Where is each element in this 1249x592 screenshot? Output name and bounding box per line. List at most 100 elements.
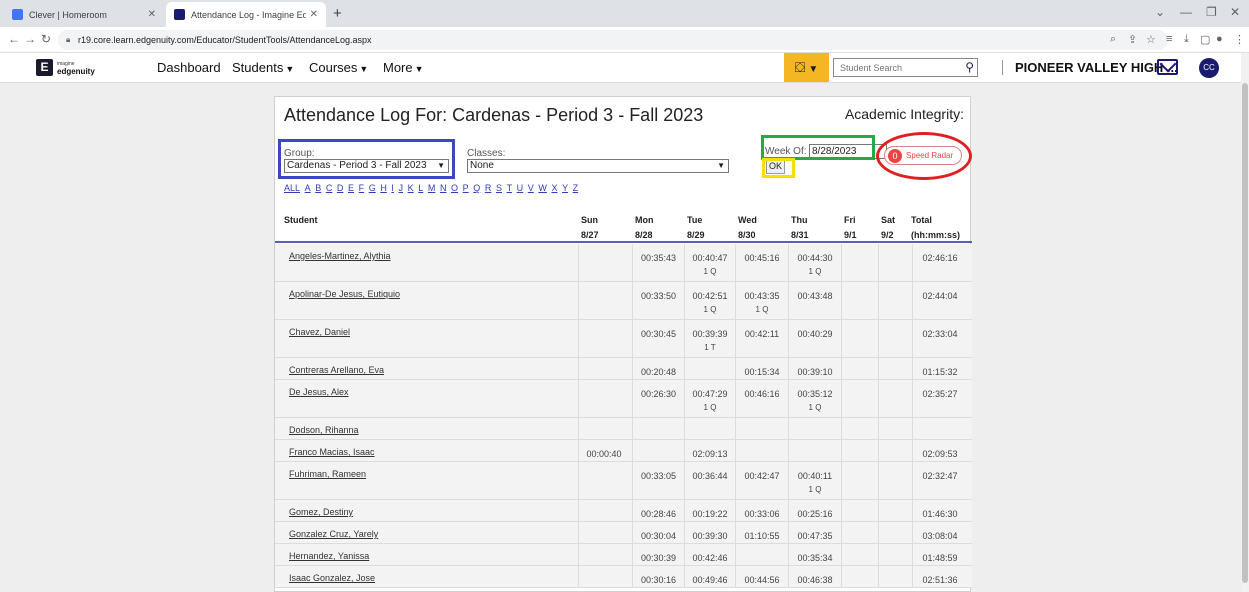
share-icon[interactable]: ⇪ <box>1128 33 1137 46</box>
letter-filter-link[interactable]: V <box>528 183 534 193</box>
user-avatar[interactable]: CC <box>1199 58 1219 78</box>
day-time-cell <box>841 566 878 587</box>
back-icon[interactable]: ← <box>8 32 20 46</box>
download-icon[interactable]: ⤓ <box>1184 33 1189 46</box>
letter-filter-link[interactable]: L <box>418 183 423 193</box>
student-name-link[interactable]: Apolinar-De Jesus, Eutiquio <box>289 289 400 299</box>
role-switcher-button[interactable]: ⛋ ▼ <box>784 53 829 82</box>
nav-courses[interactable]: Courses ▼ <box>309 60 368 75</box>
day-time-cell <box>841 462 878 499</box>
student-name-link[interactable]: Isaac Gonzalez, Jose <box>289 573 375 583</box>
letter-filter-link[interactable]: J <box>399 183 404 193</box>
time-value: 00:39:10 <box>797 367 833 377</box>
student-name-link[interactable]: Fuhriman, Rameen <box>289 469 366 479</box>
url-field[interactable]: 🔒︎ r19.core.learn.edgenuity.com/Educator… <box>58 30 1168 50</box>
day-time-cell: 00:40:47 1 Q <box>684 244 735 281</box>
letter-filter-link[interactable]: F <box>359 183 365 193</box>
zoom-icon[interactable]: ⌕ <box>1110 33 1116 46</box>
day-time-cell <box>578 418 629 439</box>
letter-filter-link[interactable]: W <box>538 183 547 193</box>
close-tab-icon[interactable]: ✕ <box>148 9 156 20</box>
letter-filter-link[interactable]: E <box>348 183 354 193</box>
logo-text: imagine edgenuity <box>57 60 95 76</box>
app-header: E imagine edgenuity Dashboard Students ▼ … <box>0 53 1249 83</box>
student-name-link[interactable]: Gonzalez Cruz, Yarely <box>289 529 378 539</box>
letter-filter-link[interactable]: A <box>305 183 311 193</box>
letter-filter-link[interactable]: Z <box>573 183 579 193</box>
student-name-link[interactable]: Hernandez, Yanissa <box>289 551 369 561</box>
new-tab-button[interactable]: + <box>333 5 342 22</box>
letter-filter-link[interactable]: G <box>369 183 376 193</box>
letter-filter-link[interactable]: S <box>496 183 502 193</box>
day-time-cell <box>841 544 878 565</box>
minimize-icon[interactable]: — <box>1180 5 1192 19</box>
day-date: 8/29 <box>687 230 705 240</box>
day-time-cell <box>684 358 735 379</box>
profile-icon[interactable]: ● <box>1216 33 1223 45</box>
letter-filter-link[interactable]: H <box>380 183 387 193</box>
browser-menu-icon[interactable]: ⋮ <box>1234 33 1245 46</box>
day-time-cell <box>878 462 912 499</box>
student-name-link[interactable]: Chavez, Daniel <box>289 327 350 337</box>
day-time-cell: 00:43:48 <box>788 282 841 319</box>
letter-filter-link[interactable]: Y <box>562 183 568 193</box>
page-scrollbar[interactable] <box>1241 53 1249 592</box>
forward-icon[interactable]: → <box>24 32 36 46</box>
nav-dashboard[interactable]: Dashboard <box>157 60 221 75</box>
letter-filter-link[interactable]: M <box>428 183 436 193</box>
table-row: Isaac Gonzalez, Jose 00:30:16 00:49:46 00:4… <box>275 566 972 588</box>
letter-filter-link[interactable]: N <box>440 183 447 193</box>
side-panel-icon[interactable]: ▢ <box>1200 33 1210 46</box>
search-icon[interactable]: ⚲ <box>965 60 974 74</box>
student-name-link[interactable]: Dodson, Rihanna <box>289 425 359 435</box>
classes-select[interactable]: None ▼ <box>467 159 729 173</box>
day-time-cell <box>841 522 878 543</box>
time-value: 00:33:05 <box>640 471 677 481</box>
nav-more-label: More <box>383 60 413 75</box>
letter-filter-link[interactable]: ALL <box>284 183 300 193</box>
day-time-cell <box>878 244 912 281</box>
student-search-input[interactable] <box>834 59 956 76</box>
time-value: 00:35:34 <box>797 553 833 563</box>
browser-tab-attendance[interactable]: Attendance Log - Imagine Edger ✕ <box>166 2 326 27</box>
student-name-link[interactable]: Contreras Arellano, Eva <box>289 365 384 375</box>
day-time-cell: 00:44:56 <box>735 566 788 587</box>
day-time-cell <box>878 500 912 521</box>
browser-tab-clever[interactable]: Clever | Homeroom ✕ <box>4 2 164 27</box>
chevron-down-icon: ▼ <box>717 161 725 170</box>
school-name[interactable]: PIONEER VALLEY HIGH ... <box>1002 60 1178 75</box>
letter-filter-link[interactable]: P <box>463 183 469 193</box>
letter-filter-link[interactable]: T <box>507 183 513 193</box>
letter-filter-link[interactable]: I <box>391 183 394 193</box>
letter-filter-link[interactable]: X <box>551 183 557 193</box>
student-name-link[interactable]: Angeles-Martinez, Alythia <box>289 251 391 261</box>
table-header: Student Sun 8/27 Mon 8/28 Tue 8/29 Wed 8/30 Thu 8… <box>275 205 972 243</box>
student-name-link[interactable]: Gomez, Destiny <box>289 507 353 517</box>
nav-students-label: Students <box>232 60 284 75</box>
letter-filter-link[interactable]: U <box>517 183 524 193</box>
close-tab-icon[interactable]: ✕ <box>310 9 318 20</box>
student-name-link[interactable]: De Jesus, Alex <box>289 387 349 397</box>
tab-search-icon[interactable]: ⌄ <box>1155 5 1165 19</box>
letter-filter-link[interactable]: Q <box>473 183 480 193</box>
mail-icon[interactable] <box>1157 59 1178 75</box>
edgenuity-logo[interactable]: E imagine edgenuity <box>36 59 95 76</box>
nav-students[interactable]: Students ▼ <box>232 60 294 75</box>
day-time-cell <box>632 418 684 439</box>
letter-filter-link[interactable]: D <box>337 183 344 193</box>
reading-list-icon[interactable]: ≡ <box>1166 33 1172 45</box>
letter-filter-link[interactable]: R <box>485 183 492 193</box>
day-time-cell: 00:26:30 <box>632 380 684 417</box>
bookmark-star-icon[interactable]: ☆ <box>1146 33 1156 46</box>
letter-filter-link[interactable]: B <box>315 183 321 193</box>
day-time-cell <box>878 358 912 379</box>
reload-icon[interactable]: ↻ <box>41 32 51 46</box>
student-name-link[interactable]: Franco Macias, Isaac <box>289 447 375 457</box>
restore-icon[interactable]: ❐ <box>1206 5 1217 19</box>
letter-filter-link[interactable]: K <box>408 183 414 193</box>
letter-filter-link[interactable]: O <box>451 183 458 193</box>
scrollbar-thumb[interactable] <box>1242 83 1248 583</box>
nav-more[interactable]: More ▼ <box>383 60 424 75</box>
letter-filter-link[interactable]: C <box>326 183 333 193</box>
close-window-icon[interactable]: ✕ <box>1230 5 1240 19</box>
